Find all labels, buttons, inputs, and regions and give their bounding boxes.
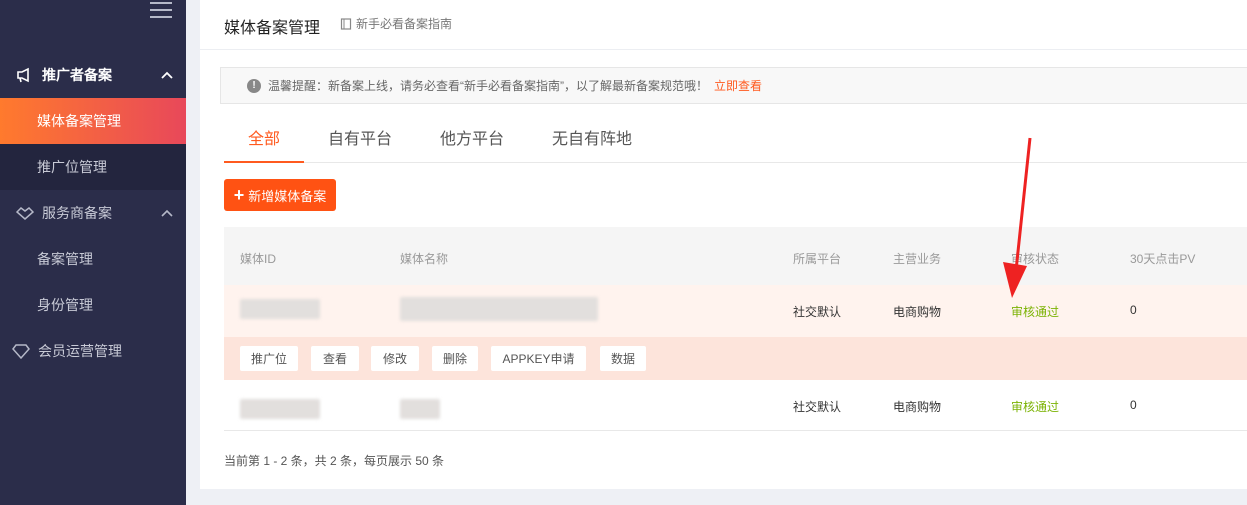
- business-cell: 电商购物: [893, 305, 942, 319]
- sidebar-item-label: 媒体备案管理: [37, 113, 121, 129]
- pagination-info: 当前第 1 - 2 条，共 2 条，每页展示 50 条: [224, 454, 445, 468]
- status-cell: 审核通过: [1011, 400, 1060, 414]
- page-title: 媒体备案管理: [224, 20, 321, 37]
- chevron-up-icon[interactable]: [160, 206, 174, 220]
- sidebar-item-identity-management[interactable]: 身份管理: [0, 282, 186, 328]
- pv-cell: 0: [1130, 398, 1137, 412]
- status-cell: 审核通过: [1011, 305, 1060, 319]
- platform-cell: 社交默认: [793, 305, 842, 319]
- redacted-media-id: [240, 299, 320, 319]
- redacted-media-name: [400, 297, 598, 321]
- data-button[interactable]: 数据: [600, 346, 646, 371]
- diamond-icon: [12, 342, 30, 360]
- pv-cell: 0: [1130, 303, 1137, 317]
- table-header: 媒体ID 媒体名称 所属平台 主营业务 审核状态 30天点击PV: [224, 227, 1247, 285]
- column-header-click-pv: 30天点击PV: [1130, 252, 1196, 266]
- notice-text: 温馨提醒：新备案上线，请务必查看“新手必看备案指南”，以了解最新备案规范哦！: [268, 79, 708, 93]
- row-actions: 推广位 查看 修改 删除 APPKEY申请 数据: [224, 337, 1247, 380]
- column-header-platform: 所属平台: [793, 252, 842, 266]
- sidebar-group-label: 推广者备案: [42, 67, 112, 83]
- tab-bar: 全部 自有平台 他方平台 无自有阵地: [224, 115, 1247, 163]
- sidebar-item-media-filing[interactable]: 媒体备案管理: [0, 98, 186, 144]
- business-cell: 电商购物: [893, 400, 942, 414]
- page-header: 媒体备案管理 新手必看备案指南: [200, 0, 1247, 50]
- book-icon: [340, 17, 352, 30]
- sidebar-group-label: 服务商备案: [42, 205, 112, 221]
- sidebar-group-label: 会员运营管理: [38, 343, 122, 359]
- tab-no-own-channel[interactable]: 无自有阵地: [552, 125, 632, 163]
- redacted-media-name: [400, 399, 440, 419]
- sidebar-group-provider-filing[interactable]: 服务商备案: [0, 190, 186, 236]
- guide-link[interactable]: 新手必看备案指南: [340, 15, 452, 32]
- view-button[interactable]: 查看: [311, 346, 359, 371]
- hamburger-menu-icon[interactable]: [150, 2, 172, 18]
- tab-third-party-platform[interactable]: 他方平台: [440, 125, 504, 163]
- sidebar-group-promoter-filing[interactable]: 推广者备案: [0, 52, 186, 98]
- sidebar-item-label: 备案管理: [37, 251, 93, 267]
- column-header-business: 主营业务: [893, 252, 942, 266]
- add-media-filing-label: 新增媒体备案: [248, 188, 327, 204]
- promotion-slot-button[interactable]: 推广位: [240, 346, 298, 371]
- platform-cell: 社交默认: [793, 400, 842, 414]
- sidebar-item-filing-management[interactable]: 备案管理: [0, 236, 186, 282]
- add-media-filing-button[interactable]: + 新增媒体备案: [224, 179, 336, 211]
- sidebar-item-promotion-slot[interactable]: 推广位管理: [0, 144, 186, 190]
- edit-button[interactable]: 修改: [371, 346, 419, 371]
- column-header-media-id: 媒体ID: [240, 252, 277, 266]
- redacted-media-id: [240, 399, 320, 419]
- column-header-media-name: 媒体名称: [400, 252, 449, 266]
- sidebar: 推广者备案 媒体备案管理 推广位管理 服务商备案 备案管理 身份管理 会员运营管…: [0, 0, 186, 505]
- sidebar-item-label: 身份管理: [37, 297, 93, 313]
- sidebar-group-member-operations[interactable]: 会员运营管理: [0, 328, 186, 374]
- megaphone-icon: [16, 66, 34, 84]
- table-row[interactable]: 社交默认 电商购物 审核通过 0: [224, 285, 1247, 337]
- guide-link-label: 新手必看备案指南: [356, 17, 453, 31]
- chevron-up-icon[interactable]: [160, 68, 174, 82]
- appkey-apply-button[interactable]: APPKEY申请: [491, 346, 586, 371]
- warning-icon: !: [247, 78, 261, 93]
- notice-banner: ! 温馨提醒：新备案上线，请务必查看“新手必看备案指南”，以了解最新备案规范哦！…: [220, 67, 1247, 104]
- main-panel: 媒体备案管理 新手必看备案指南 ! 温馨提醒：新备案上线，请务必查看“新手必看备…: [200, 0, 1247, 489]
- delete-button[interactable]: 删除: [432, 346, 478, 371]
- view-now-link[interactable]: 立即查看: [714, 77, 762, 94]
- handshake-icon: [16, 204, 34, 222]
- plus-icon: +: [233, 185, 245, 205]
- column-header-review-status: 审核状态: [1011, 252, 1060, 266]
- tab-own-platform[interactable]: 自有平台: [328, 125, 392, 163]
- sidebar-item-label: 推广位管理: [37, 159, 107, 175]
- table-row[interactable]: 社交默认 电商购物 审核通过 0: [224, 380, 1247, 431]
- tab-all[interactable]: 全部: [224, 125, 304, 163]
